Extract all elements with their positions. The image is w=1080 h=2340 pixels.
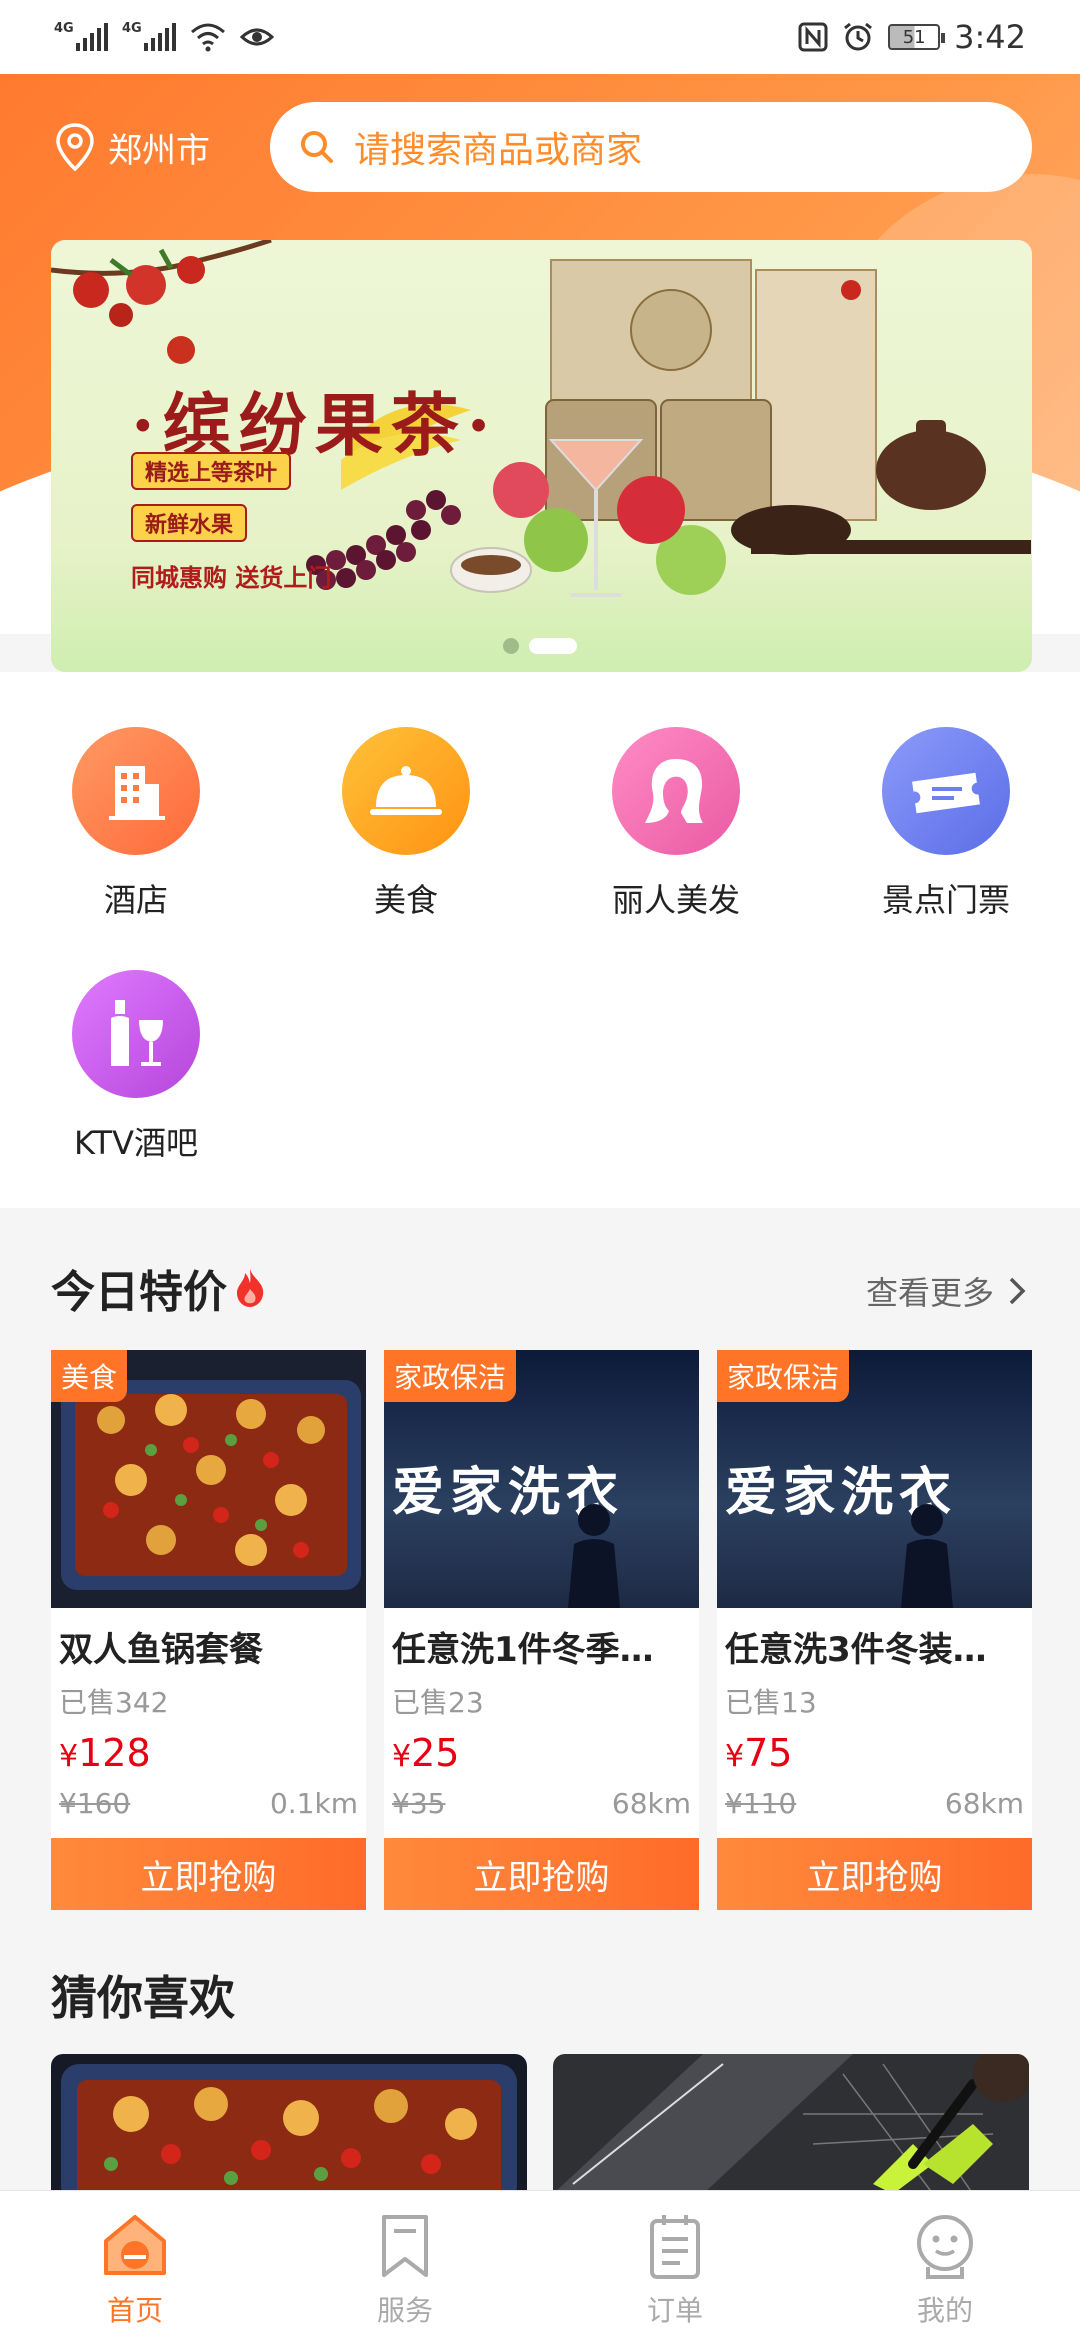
carousel-indicator: [503, 638, 577, 654]
city-label: 郑州市: [108, 130, 210, 171]
deal-original-price: ¥35: [392, 1787, 446, 1820]
nav-label: 我的: [916, 2294, 973, 2327]
deal-price: ¥128: [59, 1731, 151, 1775]
recommend-card[interactable]: [51, 2054, 527, 2194]
category-tickets[interactable]: 景点门票: [846, 727, 1046, 921]
banner-tag-fruit: 新鲜水果: [131, 504, 248, 542]
banner-subtitle: 同城惠购 送货上门: [131, 564, 332, 592]
nav-home[interactable]: 首页: [0, 2191, 270, 2340]
category-label: 酒店: [103, 881, 168, 919]
deal-distance: 68km: [611, 1787, 691, 1820]
search-placeholder: 请搜索商品或商家: [354, 130, 643, 171]
recommend-image: [51, 2054, 527, 2194]
deal-sold: 已售23: [392, 1686, 484, 1719]
deal-price: ¥75: [725, 1731, 793, 1775]
deal-sold: 已售342: [59, 1686, 169, 1719]
buy-now-button[interactable]: 立即抢购: [51, 1838, 366, 1910]
recommend-card[interactable]: [553, 2054, 1029, 2194]
ticket-icon: [882, 727, 1010, 855]
category-beauty[interactable]: 丽人美发: [576, 727, 776, 921]
deal-distance: 0.1km: [269, 1787, 358, 1820]
profile-face-icon: [917, 2215, 973, 2279]
carousel-dot: [503, 638, 519, 654]
deal-badge: 家政保洁: [717, 1350, 850, 1402]
home-icon: [104, 2215, 166, 2275]
deal-price: ¥25: [392, 1731, 460, 1775]
deal-sold: 已售13: [725, 1686, 817, 1719]
category-label: 景点门票: [881, 881, 1010, 919]
deal-name: 双人鱼锅套餐: [59, 1630, 263, 1670]
food-cloche-icon: [342, 727, 470, 855]
eye-icon: [240, 28, 274, 46]
buy-now-button[interactable]: 立即抢购: [717, 1838, 1032, 1910]
search-icon: [301, 131, 333, 163]
deal-image: 美食: [51, 1350, 366, 1608]
deal-image: 爱家洗衣 家政保洁: [717, 1350, 1032, 1608]
deal-badge: 家政保洁: [384, 1350, 517, 1402]
status-bar: 4G 4G 51 3:42: [0, 0, 1080, 74]
wine-icon: [72, 970, 200, 1098]
category-grid: 酒店 美食 丽人美发 景点门票 KTV酒吧: [0, 672, 1080, 1208]
carousel-dot-active: [529, 638, 577, 654]
deals-section-title: 今日特价: [51, 1256, 267, 1320]
category-label: 美食: [373, 881, 438, 919]
deal-name: 任意洗3件冬装…: [725, 1630, 987, 1670]
bottom-nav: 首页 服务 订单 我的: [0, 2190, 1080, 2340]
banner-tag-tea: 精选上等茶叶: [131, 452, 292, 490]
deal-card[interactable]: 美食 双人鱼锅套餐 已售342 ¥128 ¥160 0.1km 立即抢购: [51, 1350, 366, 1910]
beauty-icon: [612, 727, 740, 855]
deal-distance: 68km: [944, 1787, 1024, 1820]
deal-original-price: ¥110: [725, 1787, 797, 1820]
deal-card[interactable]: 爱家洗衣 家政保洁 任意洗3件冬装… 已售13 ¥75 ¥110 68km 立即抢…: [717, 1350, 1032, 1910]
guess-section-title: 猜你喜欢: [51, 1971, 235, 2025]
deal-badge: 美食: [51, 1350, 128, 1402]
clipboard-icon: [650, 2215, 700, 2279]
promo-banner[interactable]: ·缤纷果茶· 精选上等茶叶 新鲜水果 同城惠购 送货上门: [51, 240, 1032, 672]
battery-icon: 51: [888, 24, 946, 50]
cell-signal-1-icon: 4G: [54, 21, 108, 51]
alarm-icon: [844, 22, 873, 51]
view-more-link[interactable]: 查看更多: [866, 1268, 1026, 1314]
cell-signal-2-icon: 4G: [122, 21, 176, 51]
category-ktv[interactable]: KTV酒吧: [36, 970, 236, 1164]
search-input[interactable]: 请搜索商品或商家: [270, 102, 1032, 192]
city-selector[interactable]: 郑州市: [54, 122, 210, 172]
nfc-icon: [798, 22, 828, 52]
nav-label: 服务: [376, 2294, 433, 2327]
buy-now-button[interactable]: 立即抢购: [384, 1838, 699, 1910]
deal-name: 任意洗1件冬季…: [392, 1630, 654, 1670]
chevron-right-icon: [1009, 1277, 1026, 1305]
wifi-icon: [191, 23, 225, 52]
category-food[interactable]: 美食: [306, 727, 506, 921]
category-hotel[interactable]: 酒店: [36, 727, 236, 921]
flame-icon: [237, 1269, 264, 1307]
nav-label: 首页: [106, 2294, 163, 2327]
hotel-icon: [72, 727, 200, 855]
nav-label: 订单: [646, 2294, 703, 2327]
nav-service[interactable]: 服务: [270, 2191, 540, 2340]
recommend-image: [553, 2054, 1029, 2194]
category-label: 丽人美发: [611, 881, 740, 919]
nav-orders[interactable]: 订单: [540, 2191, 810, 2340]
deal-image: 爱家洗衣 家政保洁: [384, 1350, 699, 1608]
category-label: KTV酒吧: [74, 1124, 198, 1162]
location-pin-icon: [56, 123, 94, 172]
bookmark-icon: [382, 2215, 428, 2277]
deal-original-price: ¥160: [59, 1787, 131, 1820]
nav-profile[interactable]: 我的: [810, 2191, 1080, 2340]
clock: 3:42: [954, 18, 1026, 56]
deal-card[interactable]: 爱家洗衣 家政保洁 任意洗1件冬季… 已售23 ¥25 ¥35 68km 立即抢购: [384, 1350, 699, 1910]
